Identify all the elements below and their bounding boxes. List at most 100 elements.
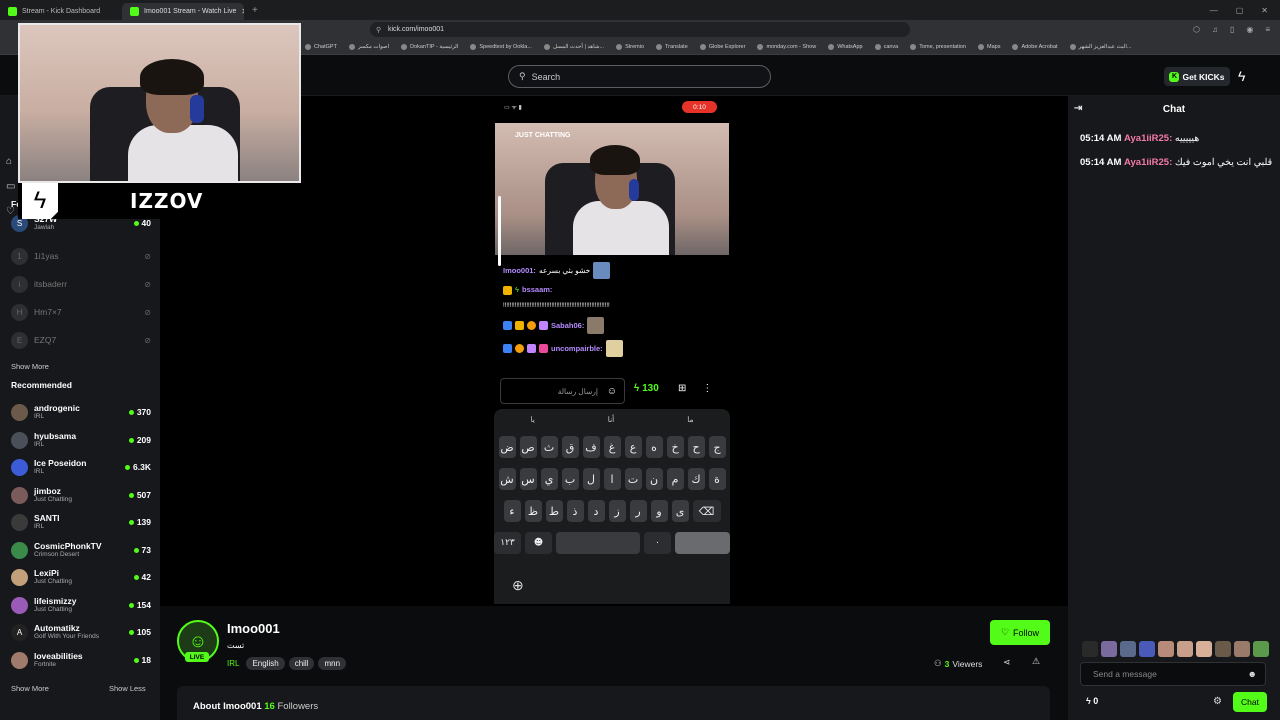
globe-icon[interactable]: ⊕ <box>512 577 524 594</box>
tag[interactable]: chill <box>288 657 315 670</box>
keyboard-key[interactable]: ه <box>645 436 663 458</box>
bookmark[interactable]: Globe Explorer <box>699 43 745 50</box>
send-chat-button[interactable]: Chat <box>1233 692 1267 712</box>
extensions-icon[interactable]: ⬡ <box>1193 25 1200 34</box>
keyboard-key[interactable]: ى <box>671 500 689 522</box>
stream-category[interactable]: IRL <box>227 659 239 668</box>
keyboard-key[interactable]: ك <box>687 468 705 490</box>
keyboard-key[interactable]: ي <box>540 468 558 490</box>
emote-icon[interactable] <box>1215 641 1231 657</box>
sidebar-channel[interactable]: 1 1i1yas ⊘ <box>11 243 151 269</box>
keyboard-key[interactable]: ت <box>624 468 642 490</box>
tag[interactable]: English <box>246 657 285 670</box>
keyboard-key[interactable]: ن <box>645 468 663 490</box>
media-icon[interactable]: ♫ <box>1212 25 1218 34</box>
profile-icon[interactable]: ◉ <box>1246 25 1253 34</box>
keyboard-key[interactable]: ة <box>708 468 726 490</box>
keyboard-key[interactable]: غ <box>603 436 621 458</box>
keyboard-key[interactable]: ل <box>582 468 600 490</box>
bookmark[interactable]: Maps <box>978 43 1000 50</box>
browser-tab-dashboard[interactable]: Stream - Kick Dashboard <box>0 3 122 20</box>
phone-message-input[interactable]: إرسال رسالة ☺ <box>500 378 625 404</box>
bookmark[interactable]: شاهد | أحدث المسل... <box>543 43 604 50</box>
get-kicks-button[interactable]: K Get KICKs <box>1164 67 1230 86</box>
emote-icon[interactable] <box>1101 641 1117 657</box>
tag[interactable]: mnn <box>318 657 347 670</box>
show-more-recommended[interactable]: Show More <box>11 684 49 693</box>
keyboard-key[interactable]: ح <box>687 436 705 458</box>
sidebar-channel[interactable]: Ice Poseidon IRL 6.3K <box>11 454 151 480</box>
emote-icon[interactable] <box>1120 641 1136 657</box>
sidebar-channel[interactable]: lifeismizzy Just Chatting 154 <box>11 592 151 618</box>
keyboard-key[interactable]: ظ <box>524 500 542 522</box>
emote-icon[interactable] <box>1196 641 1212 657</box>
home-icon[interactable]: ⌂ <box>6 156 15 167</box>
emoji-key-icon[interactable]: ☻ <box>525 532 552 554</box>
follow-button[interactable]: ♡ Follow <box>990 620 1050 645</box>
keyboard-key[interactable]: ر <box>629 500 647 522</box>
emoji-icon[interactable]: ☻ <box>1248 669 1257 679</box>
keyboard-key[interactable]: و <box>650 500 668 522</box>
suggestion[interactable]: يا <box>530 415 534 424</box>
brightness-slider[interactable] <box>498 196 501 266</box>
maximize-icon[interactable]: ▢ <box>1236 6 1244 15</box>
emote-icon[interactable] <box>1082 641 1098 657</box>
dot-key[interactable]: ۰ <box>644 532 671 554</box>
gift-icon[interactable]: ⊞ <box>678 383 686 394</box>
bookmark[interactable]: DokanTIP - الرئيسية <box>401 43 458 50</box>
space-key[interactable] <box>556 532 640 554</box>
new-tab-button[interactable]: + <box>244 5 266 16</box>
suggestion[interactable]: أنا <box>608 415 614 424</box>
keyboard-key[interactable]: م <box>666 468 684 490</box>
url-bar[interactable]: ⚲ kick.com/imoo001 <box>370 22 910 37</box>
keyboard-key[interactable]: ء <box>503 500 521 522</box>
enter-key[interactable] <box>675 532 730 554</box>
gear-icon[interactable]: ⚙ <box>1213 696 1222 707</box>
emote-icon[interactable] <box>1177 641 1193 657</box>
sidebar-channel[interactable]: androgenic IRL 370 <box>11 399 151 425</box>
sidebar-channel[interactable]: H Hm7×7 ⊘ <box>11 299 151 325</box>
menu-icon[interactable]: ≡ <box>1265 25 1270 34</box>
report-icon[interactable]: ⚠ <box>1032 656 1040 667</box>
keyboard-key[interactable]: ع <box>624 436 642 458</box>
keyboard-key[interactable]: خ <box>666 436 684 458</box>
keyboard-key[interactable]: ث <box>540 436 558 458</box>
keyboard-key[interactable]: ج <box>708 436 726 458</box>
more-icon[interactable]: ⋮ <box>702 383 712 394</box>
search-input[interactable]: ⚲ Search <box>508 65 771 88</box>
share-icon[interactable]: ⋖ <box>1003 657 1011 668</box>
keyboard-key[interactable]: ش <box>498 468 516 490</box>
keyboard-key[interactable]: ض <box>498 436 516 458</box>
numbers-key[interactable]: ١٢٣ <box>494 532 521 554</box>
message-user[interactable]: Aya1iiR25: <box>1124 133 1172 144</box>
site-info-icon[interactable]: ⚲ <box>376 26 381 34</box>
show-more-following[interactable]: Show More <box>11 362 49 371</box>
emote-icon[interactable] <box>1139 641 1155 657</box>
keyboard-key[interactable]: ب <box>561 468 579 490</box>
minimize-icon[interactable]: — <box>1210 6 1218 15</box>
keyboard-key[interactable]: ق <box>561 436 579 458</box>
emote-icon[interactable] <box>1234 641 1250 657</box>
bookmark[interactable]: Translate <box>656 43 688 50</box>
close-window-icon[interactable]: ✕ <box>1261 6 1268 15</box>
browser-tab-stream[interactable]: Imoo001 Stream - Watch Live ✕ <box>122 3 244 20</box>
keyboard-key[interactable]: س <box>519 468 537 490</box>
sidebar-channel[interactable]: LexiPi Just Chatting 42 <box>11 564 151 590</box>
sidebar-channel[interactable]: jimboz Just Chatting 507 <box>11 482 151 508</box>
bookmark[interactable]: ChatGPT <box>305 43 337 50</box>
keyboard-key[interactable]: ا <box>603 468 621 490</box>
chat-message-input[interactable]: Send a message ☻ <box>1080 662 1266 686</box>
sidebar-channel[interactable]: CosmicPhonkTV Crimson Desert 73 <box>11 537 151 563</box>
keyboard-key[interactable]: ذ <box>566 500 584 522</box>
keyboard-key[interactable]: ط <box>545 500 563 522</box>
keyboard-key[interactable]: ز <box>608 500 626 522</box>
bookmark[interactable]: Tome, presentation <box>910 43 966 50</box>
bookmark[interactable]: اصوات مكسر <box>348 43 389 50</box>
bolt-icon[interactable]: ϟ <box>1238 68 1245 84</box>
channel-name[interactable]: Imoo001 <box>227 621 280 636</box>
bookmark[interactable]: Adobe Acrobat <box>1012 43 1058 50</box>
backspace-key-icon[interactable]: ⌫ <box>692 500 721 522</box>
bookmark[interactable]: Stremio <box>616 43 644 50</box>
bookmark[interactable]: Speedtest by Ookla... <box>470 43 532 50</box>
sidebar-channel[interactable]: i itsbaderr ⊘ <box>11 271 151 297</box>
